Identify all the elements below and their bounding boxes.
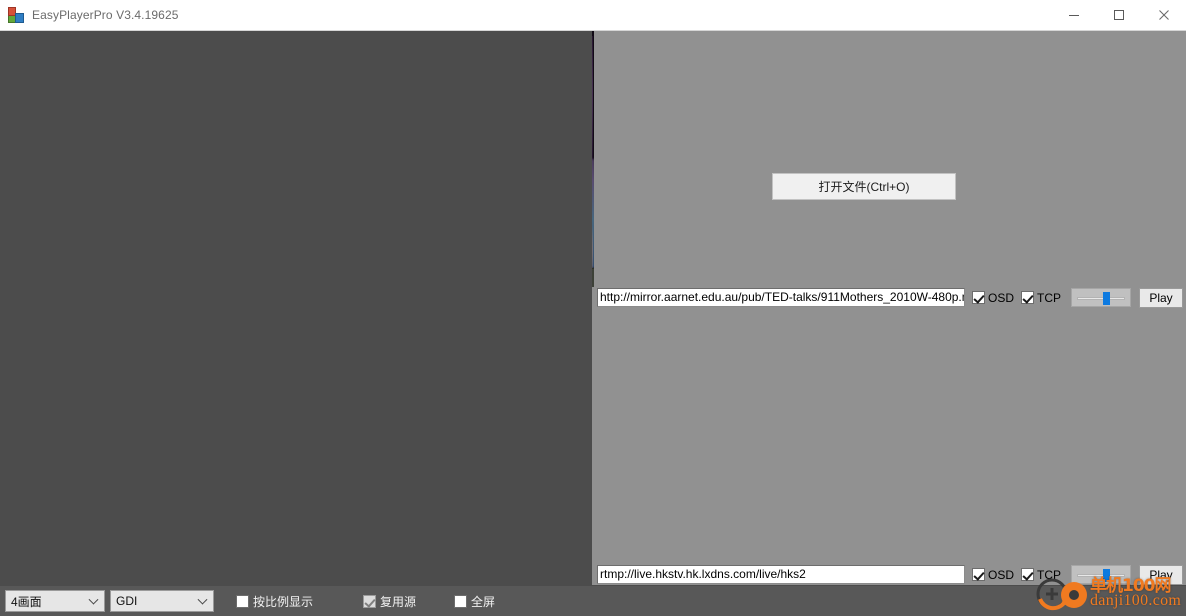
volume-thumb-4[interactable] (1103, 569, 1110, 582)
aspect-ratio-label: 按比例显示 (253, 594, 314, 609)
osd-checkbox-box-4[interactable] (971, 568, 985, 581)
app-blocks-icon (8, 7, 24, 23)
player-grid: 00:00:16/00:00:41 file://C:\Users\admin\… (0, 31, 1186, 586)
volume-thumb-2[interactable] (1103, 292, 1110, 305)
tcp-checkbox-4[interactable]: TCP (1021, 568, 1061, 582)
player-panel-4[interactable]: rtmp://live.hkstv.hk.lxdns.com/live/hks2… (594, 308, 1186, 585)
play-button-2[interactable]: Play (1139, 287, 1183, 308)
chevron-down-icon (197, 594, 208, 605)
control-bar-2: http://mirror.aarnet.edu.au/pub/TED-talk… (594, 287, 1186, 308)
fullscreen-checkbox[interactable]: 全屏 (454, 593, 495, 610)
tcp-label-4: TCP (1037, 567, 1061, 582)
reuse-source-label: 复用源 (380, 594, 417, 609)
aspect-ratio-checkbox[interactable]: 按比例显示 (236, 593, 313, 610)
tcp-checkbox-2[interactable]: TCP (1021, 291, 1061, 305)
minimize-button[interactable] (1051, 0, 1096, 31)
close-button[interactable] (1141, 0, 1186, 31)
tcp-checkbox-box-2[interactable] (1021, 291, 1034, 304)
renderer-select[interactable]: GDI (110, 590, 214, 612)
aspect-ratio-checkbox-box[interactable] (236, 594, 249, 608)
open-file-button[interactable]: 打开文件(Ctrl+O) (772, 173, 956, 200)
window-title: EasyPlayerPro V3.4.19625 (32, 8, 179, 22)
window-controls (1051, 0, 1186, 31)
easyplayerpro-window: EasyPlayerPro V3.4.19625 打开文件(Ctrl+O) ht… (0, 0, 1186, 616)
maximize-button[interactable] (1096, 0, 1141, 31)
fullscreen-checkbox-box[interactable] (454, 594, 468, 608)
player-panel-2[interactable]: 打开文件(Ctrl+O) http://mirror.aarnet.edu.au… (594, 31, 1186, 308)
osd-checkbox-2[interactable]: OSD (971, 290, 1014, 305)
control-bar-4: rtmp://live.hkstv.hk.lxdns.com/live/hks2… (594, 564, 1186, 585)
renderer-select-value: GDI (116, 594, 138, 608)
url-input-4[interactable]: rtmp://live.hkstv.hk.lxdns.com/live/hks2 (597, 565, 965, 584)
volume-slider-2[interactable] (1071, 288, 1131, 307)
tcp-checkbox-box-4[interactable] (1021, 568, 1034, 581)
url-input-2[interactable]: http://mirror.aarnet.edu.au/pub/TED-talk… (597, 288, 965, 307)
osd-label-2: OSD (987, 290, 1014, 305)
title-bar: EasyPlayerPro V3.4.19625 (0, 0, 1186, 31)
chevron-down-icon (88, 594, 99, 605)
osd-label-4: OSD (987, 567, 1014, 582)
tcp-label-2: TCP (1037, 290, 1061, 305)
fullscreen-label: 全屏 (471, 594, 496, 609)
bottom-toolbar: 4画面 GDI 按比例显示 复用源 全屏 (0, 586, 1186, 616)
video-surface-4[interactable] (594, 308, 1186, 564)
osd-checkbox-4[interactable]: OSD (971, 567, 1014, 582)
volume-track-2 (1077, 297, 1125, 300)
layout-select[interactable]: 4画面 (5, 590, 105, 612)
reuse-source-checkbox[interactable]: 复用源 (363, 593, 416, 610)
reuse-source-checkbox-box[interactable] (363, 594, 377, 608)
video-surface-2[interactable]: 打开文件(Ctrl+O) (594, 31, 1186, 287)
layout-select-value: 4画面 (11, 594, 42, 609)
panel-divider-vertical (0, 31, 592, 585)
osd-checkbox-box-2[interactable] (971, 291, 985, 304)
play-button-4[interactable]: Play (1139, 564, 1183, 585)
volume-slider-4[interactable] (1071, 565, 1131, 584)
volume-track-4 (1077, 574, 1125, 577)
